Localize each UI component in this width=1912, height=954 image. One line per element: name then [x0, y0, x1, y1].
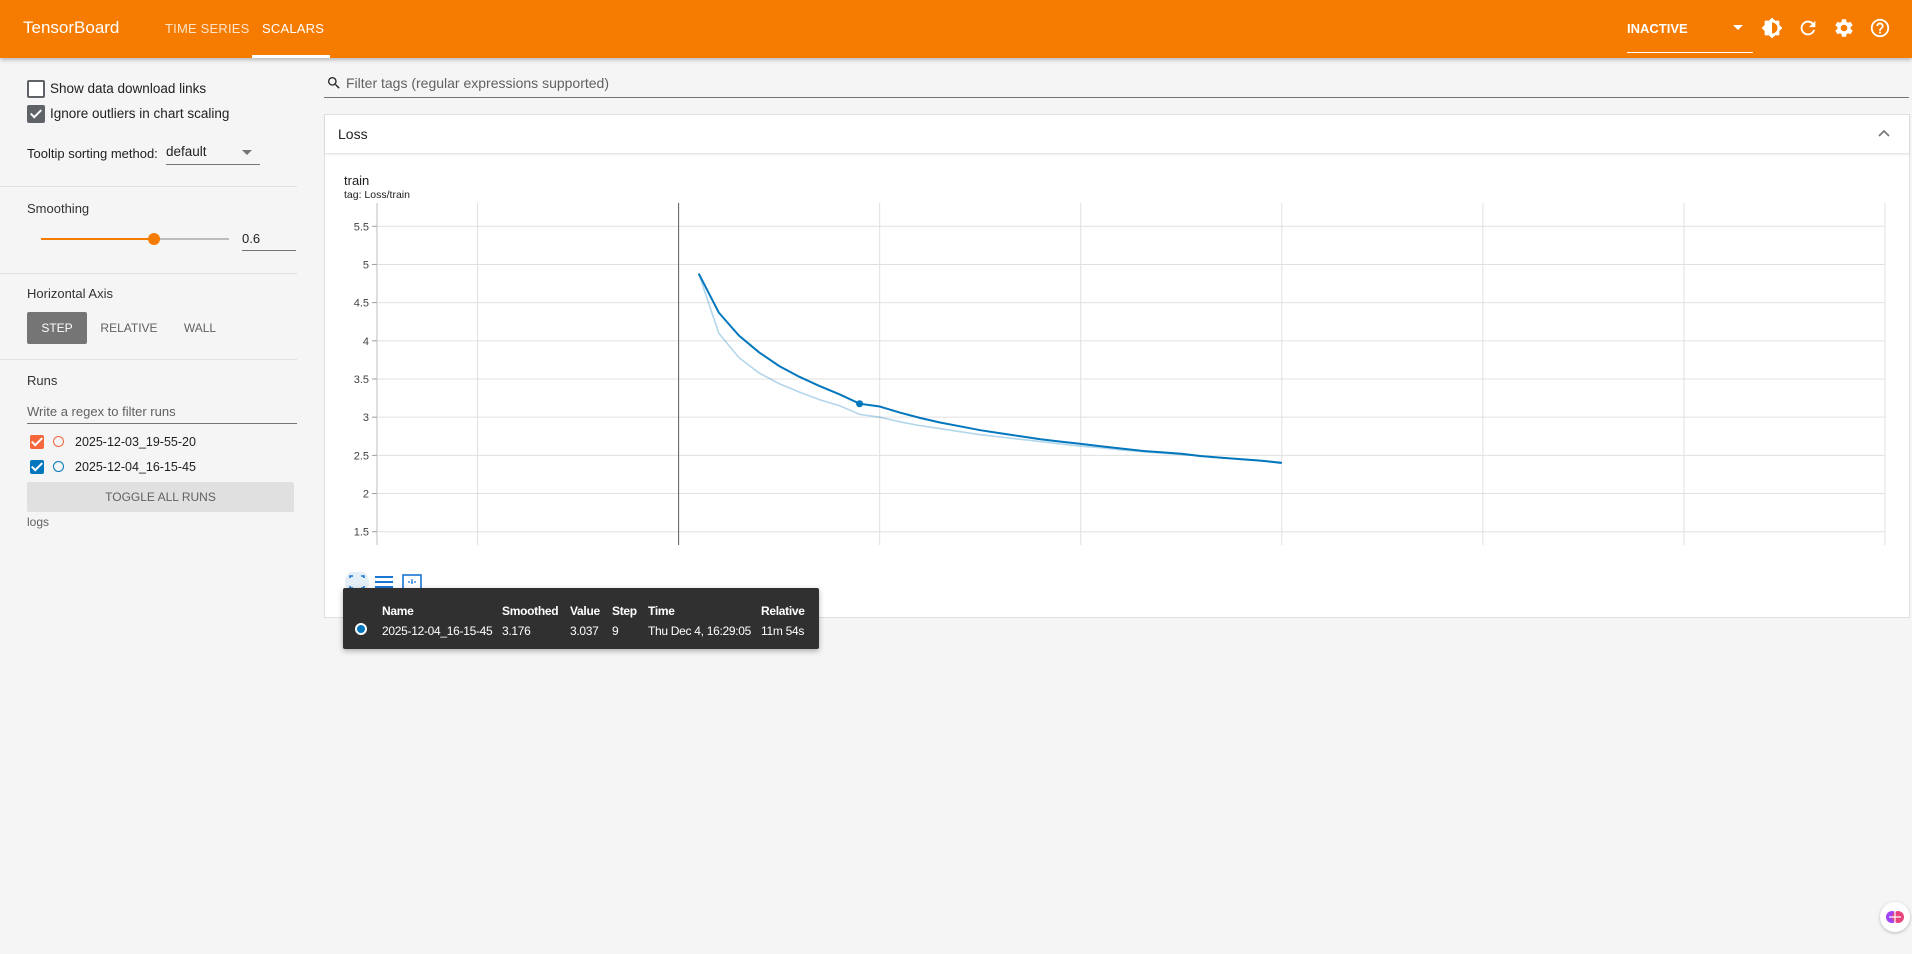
- status-select[interactable]: INACTIVE: [1627, 16, 1753, 53]
- sidebar: Show data download links Ignore outliers…: [0, 58, 324, 954]
- y-tick-label: 2: [363, 489, 369, 501]
- divider: [0, 273, 297, 274]
- run-name: 2025-12-04_16-15-45: [75, 460, 196, 474]
- tooltip-step: 9: [612, 624, 619, 638]
- show-download-links-label: Show data download links: [50, 81, 207, 96]
- run-name: 2025-12-03_19-55-20: [75, 435, 196, 449]
- smoothing-value-input[interactable]: 0.6: [242, 228, 296, 251]
- smoothing-slider-thumb[interactable]: [147, 233, 160, 245]
- search-icon: [328, 77, 340, 89]
- tooltip-header-step: Step: [612, 604, 637, 618]
- tooltip-sorting-select[interactable]: default: [166, 142, 260, 165]
- status-select-value: INACTIVE: [1627, 21, 1688, 36]
- help-icon[interactable]: [1869, 17, 1891, 39]
- tooltip-header-time: Time: [648, 604, 675, 618]
- toggle-all-runs-button[interactable]: TOGGLE ALL RUNS: [27, 482, 294, 512]
- tooltip-smoothed-value: 3.176: [502, 624, 531, 638]
- y-tick-label: 5.5: [354, 221, 369, 233]
- smoothing-value: 0.6: [242, 231, 261, 246]
- ignore-outliers-checkbox[interactable]: [27, 105, 45, 123]
- run-checkbox[interactable]: [30, 460, 44, 474]
- top-app-bar: TensorBoard TIME SERIES SCALARS INACTIVE: [0, 0, 1912, 58]
- axis-wall-button[interactable]: WALL: [170, 312, 230, 344]
- chevron-down-icon: [1733, 25, 1743, 30]
- tag-filter-placeholder: Filter tags (regular expressions support…: [346, 75, 610, 91]
- tab-scalars[interactable]: SCALARS: [262, 21, 324, 36]
- tooltip-sorting-value: default: [166, 144, 207, 159]
- axis-relative-button[interactable]: RELATIVE: [94, 312, 164, 344]
- tag-filter-input[interactable]: Filter tags (regular expressions support…: [324, 70, 1909, 98]
- hover-point: [856, 400, 864, 408]
- divider: [0, 186, 297, 187]
- y-tick-label: 4.5: [354, 298, 369, 310]
- y-tick-label: 3: [363, 412, 369, 424]
- tooltip-header-relative: Relative: [761, 604, 805, 618]
- tooltip-header-name: Name: [382, 604, 414, 618]
- chevron-down-icon: [242, 150, 252, 155]
- divider: [0, 359, 297, 360]
- raw-series-line: [697, 273, 1282, 463]
- runs-filter-placeholder: Write a regex to filter runs: [27, 404, 176, 419]
- runs-filter-input[interactable]: Write a regex to filter runs: [27, 401, 297, 424]
- tooltip-sorting-label: Tooltip sorting method:: [27, 146, 158, 161]
- tooltip-value: 3.037: [570, 624, 599, 638]
- smoothing-slider-fill: [41, 238, 154, 240]
- theme-icon[interactable]: [1761, 17, 1783, 39]
- log-directory-label: logs: [27, 515, 50, 529]
- smoothing-title: Smoothing: [27, 201, 90, 216]
- app-title: TensorBoard: [23, 18, 120, 37]
- loss-card: Loss train tag: Loss/train 1.5 2 2.5 3 3.5 4 4…: [324, 114, 1910, 618]
- reload-icon[interactable]: [1797, 17, 1819, 39]
- tooltip-run-color-icon: [355, 623, 367, 635]
- show-download-links-checkbox[interactable]: [27, 80, 45, 98]
- active-tab-indicator: [252, 55, 330, 58]
- tooltip-run-name: 2025-12-04_16-15-45: [382, 624, 493, 638]
- y-tick-label: 3.5: [354, 374, 369, 386]
- y-tick-label: 4: [363, 336, 369, 348]
- tooltip-header-smoothed: Smoothed: [502, 604, 559, 618]
- runs-title: Runs: [27, 373, 58, 388]
- settings-icon[interactable]: [1833, 17, 1855, 39]
- smoothed-series-line: [697, 273, 1282, 464]
- tooltip-header-value: Value: [570, 604, 600, 618]
- y-tick-label: 1.5: [354, 527, 369, 539]
- brain-icon[interactable]: [1880, 902, 1910, 932]
- horizontal-axis-title: Horizontal Axis: [27, 286, 113, 301]
- ignore-outliers-label: Ignore outliers in chart scaling: [50, 106, 230, 121]
- loss-chart[interactable]: 1.522.533.544.555.5-1001020304050: [325, 115, 1909, 545]
- chart-tooltip: Name Smoothed Value Step Time Relative 2…: [343, 588, 819, 649]
- tab-time-series[interactable]: TIME SERIES: [165, 21, 250, 36]
- tooltip-time: Thu Dec 4, 16:29:05: [648, 624, 752, 638]
- run-checkbox[interactable]: [30, 435, 44, 449]
- axis-step-button[interactable]: STEP: [27, 312, 87, 344]
- smoothing-slider[interactable]: [41, 233, 229, 245]
- run-color-icon[interactable]: [53, 436, 64, 447]
- y-tick-label: 5: [363, 259, 369, 271]
- tooltip-relative: 11m 54s: [761, 624, 805, 638]
- run-color-icon[interactable]: [53, 461, 64, 472]
- y-tick-label: 2.5: [354, 450, 369, 462]
